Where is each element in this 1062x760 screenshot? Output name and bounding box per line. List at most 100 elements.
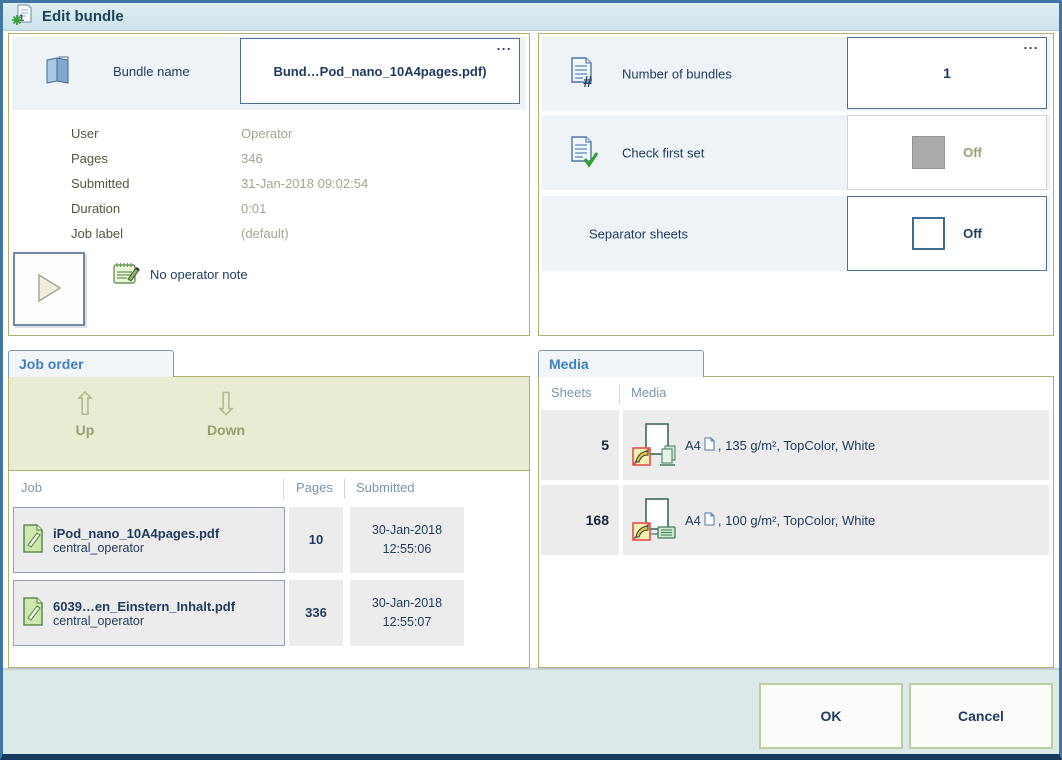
check-first-set-state: Off [963, 145, 982, 160]
job-name: iPod_nano_10A4pages.pdf [53, 526, 219, 541]
column-header-submitted[interactable]: Submitted [356, 480, 415, 495]
bundle-name-ellipsis[interactable]: ... [497, 39, 512, 52]
column-header-job[interactable]: Job [21, 480, 42, 495]
job-row-2-name-cell[interactable]: 6039…en_Einstern_Inhalt.pdf central_oper… [13, 580, 285, 646]
bundle-options-panel: # Number of bundles ... 1 Check first se… [538, 33, 1054, 336]
media-row-2-sheets-cell: 168 [541, 485, 619, 555]
play-icon [34, 272, 64, 307]
meta-value: 346 [241, 151, 263, 166]
meta-value: 31-Jan-2018 09:02:54 [241, 176, 368, 191]
meta-label: Submitted [71, 176, 241, 191]
check-first-set-toggle[interactable]: Off [847, 115, 1047, 190]
media-row-1-media-cell[interactable]: A4 , 135 g/m², TopColor, White [623, 410, 1049, 480]
up-label: Up [76, 422, 95, 438]
check-first-set-checkbox[interactable] [912, 136, 945, 169]
job-order-panel: Job order ⇧ Up ⇩ Down Job Pages Submitte… [8, 350, 530, 668]
bundle-name-field[interactable]: ... Bund…Pod_nano_10A4pages.pdf) [240, 38, 520, 104]
ok-button-label: OK [821, 708, 842, 724]
job-order-tab-label: Job order [19, 356, 84, 372]
meta-row-user: User Operator [71, 121, 368, 146]
meta-row-job-label: Job label (default) [71, 221, 368, 246]
meta-value: (default) [241, 226, 289, 241]
down-label: Down [207, 422, 245, 438]
media-size: A4 [685, 513, 701, 528]
job-row-1-name-cell[interactable]: iPod_nano_10A4pages.pdf central_operator [13, 507, 285, 573]
bundle-name-value: Bund…Pod_nano_10A4pages.pdf) [273, 64, 486, 79]
move-up-button[interactable]: ⇧ Up [35, 386, 135, 438]
job-row-1-submitted-cell: 30-Jan-2018 12:55:06 [350, 507, 464, 573]
tab-media[interactable]: Media [538, 350, 704, 377]
dialog-footer: OK Cancel [3, 668, 1059, 754]
edit-bundle-dialog: 1 Edit bundle Bundle name ... Bund…Pod_n… [0, 0, 1062, 760]
check-first-set-icon [566, 135, 600, 171]
number-of-bundles-value: 1 [943, 65, 951, 81]
job-document-icon [22, 524, 44, 556]
media-tab-label: Media [549, 356, 589, 372]
svg-text:#: # [583, 74, 592, 89]
media-row-2-media-cell[interactable]: A4 , 100 g/m², TopColor, White [623, 485, 1049, 555]
separator-sheets-label: Separator sheets [589, 226, 688, 241]
meta-label: Pages [71, 151, 241, 166]
job-pages: 336 [305, 603, 327, 623]
move-down-button[interactable]: ⇩ Down [176, 386, 276, 438]
number-of-bundles-field[interactable]: ... 1 [847, 37, 1047, 109]
column-header-media[interactable]: Media [631, 385, 666, 400]
separator-sheets-toggle[interactable]: Off [847, 196, 1047, 271]
ok-button[interactable]: OK [759, 683, 903, 749]
a4-portrait-icon [704, 437, 715, 454]
media-sheets-count: 168 [586, 512, 609, 528]
title-bar: 1 Edit bundle [3, 3, 1059, 31]
meta-label: User [71, 126, 241, 141]
edit-bundle-icon: 1 [12, 4, 34, 29]
meta-row-duration: Duration 0:01 [71, 196, 368, 221]
separator-sheets-checkbox[interactable] [912, 217, 945, 250]
bundle-name-label: Bundle name [113, 64, 190, 79]
job-pages: 10 [309, 530, 323, 550]
bundle-info-panel: Bundle name ... Bund…Pod_nano_10A4pages.… [8, 33, 530, 336]
column-header-pages[interactable]: Pages [296, 480, 333, 495]
meta-label: Duration [71, 201, 241, 216]
number-of-bundles-icon: # [566, 56, 600, 92]
job-name: 6039…en_Einstern_Inhalt.pdf [53, 599, 235, 614]
job-document-icon [22, 597, 44, 629]
column-header-sheets[interactable]: Sheets [551, 385, 591, 400]
dialog-title: Edit bundle [42, 8, 124, 25]
job-order-body: ⇧ Up ⇩ Down Job Pages Submitted [8, 376, 530, 668]
media-body: Sheets Media 5 [538, 376, 1054, 668]
job-submitted: 30-Jan-2018 12:55:07 [350, 594, 464, 632]
bundle-metadata: User Operator Pages 346 Submitted 31-Jan… [71, 121, 368, 246]
job-row-2-submitted-cell: 30-Jan-2018 12:55:07 [350, 580, 464, 646]
media-sheets-count: 5 [601, 437, 609, 453]
down-arrow-icon: ⇩ [176, 386, 276, 422]
meta-value: 0:01 [241, 201, 266, 216]
media-panel: Media Sheets Media 5 [538, 350, 1054, 668]
meta-label: Job label [71, 226, 241, 241]
play-button[interactable] [13, 252, 85, 326]
job-submitted: 30-Jan-2018 12:55:06 [350, 521, 464, 559]
up-arrow-icon: ⇧ [35, 386, 135, 422]
cancel-button-label: Cancel [958, 708, 1004, 724]
meta-row-submitted: Submitted 31-Jan-2018 09:02:54 [71, 171, 368, 196]
operator-note-label: No operator note [150, 267, 248, 282]
number-of-bundles-ellipsis[interactable]: ... [1024, 38, 1039, 51]
meta-value: Operator [241, 126, 292, 141]
bundle-icon [43, 55, 73, 88]
check-first-set-label: Check first set [622, 145, 704, 160]
column-separator [619, 384, 620, 404]
job-row-1-pages-cell: 10 [289, 507, 343, 573]
media-row-1-sheets-cell: 5 [541, 410, 619, 480]
job-row-2-pages-cell: 336 [289, 580, 343, 646]
operator-note[interactable]: No operator note [112, 259, 248, 289]
media-size: A4 [685, 438, 701, 453]
media-sheet-icon [631, 421, 677, 470]
cancel-button[interactable]: Cancel [909, 683, 1053, 749]
column-separator [283, 479, 284, 499]
job-order-toolbar: ⇧ Up ⇩ Down [9, 377, 529, 471]
separator-sheets-state: Off [963, 226, 982, 241]
tab-job-order[interactable]: Job order [8, 350, 174, 377]
media-tray-icon [631, 496, 677, 545]
column-separator [344, 479, 345, 499]
operator-note-icon [112, 259, 140, 289]
media-spec: , 100 g/m², TopColor, White [718, 513, 875, 528]
meta-row-pages: Pages 346 [71, 146, 368, 171]
